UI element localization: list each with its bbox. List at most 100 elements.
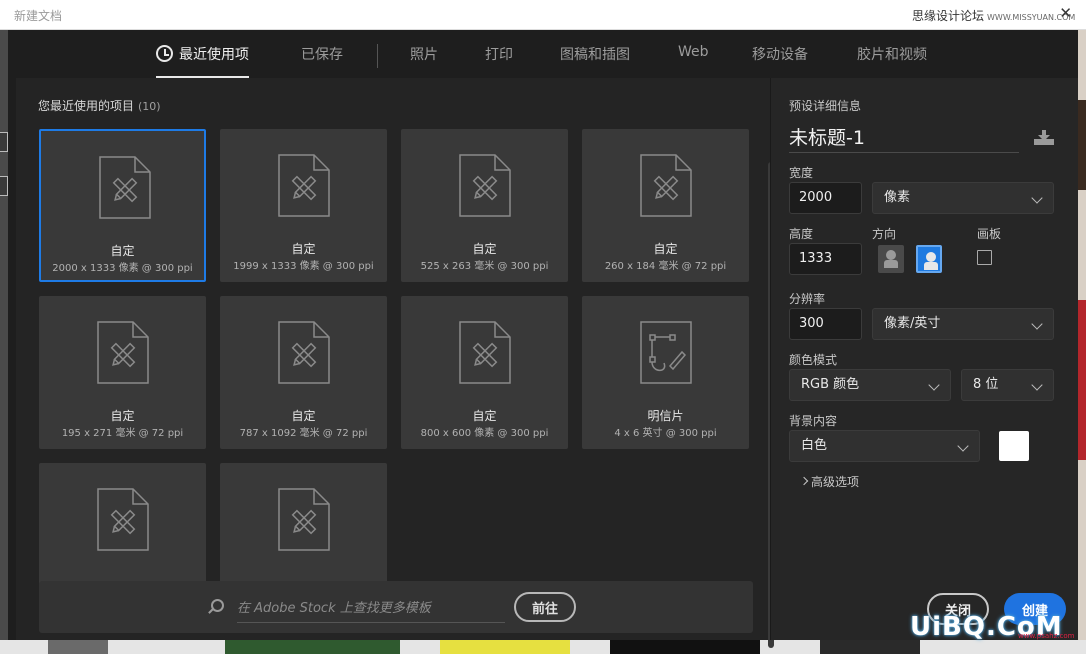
search-icon [211,599,224,612]
recent-item[interactable]: 自定 787 x 1092 毫米 @ 72 ppi [220,296,387,449]
document-ruler-pencil-icon [97,321,149,384]
document-ruler-pencil-icon [278,321,330,384]
recent-item-name: 明信片 [647,409,684,423]
recent-item-name: 自定 [653,242,678,256]
watermark-sub: www.psahz.com [1018,632,1075,640]
tab-film-video[interactable]: 胶片和视频 [857,44,927,78]
background-color-swatch[interactable] [999,431,1029,461]
recent-heading-text: 您最近使用的项目 [38,99,135,113]
height-label: 高度 [789,227,814,241]
recent-item-name: 自定 [472,242,497,256]
window-title: 新建文档 [14,9,63,23]
tab-art-illustration[interactable]: 图稿和插图 [560,44,630,78]
color-mode-label: 颜色模式 [789,353,838,367]
go-button[interactable]: 前往 [514,592,576,622]
recent-item-name: 自定 [291,409,316,423]
document-ruler-pencil-icon [640,154,692,217]
background-photo [1078,100,1086,190]
chevron-down-icon [1031,192,1043,204]
tab-print[interactable]: 打印 [485,44,513,78]
tab-web[interactable]: Web [678,44,709,78]
recent-item[interactable]: 自定 525 x 263 毫米 @ 300 ppi [401,129,568,282]
document-ruler-pencil-icon [459,154,511,217]
orientation-landscape-button[interactable] [916,245,942,273]
width-label: 宽度 [789,166,814,180]
height-input[interactable]: 1333 [789,243,862,275]
background-thumb [48,640,108,654]
document-name-input[interactable]: 未标题-1 [789,123,1019,153]
document-ruler-pencil-icon [278,488,330,551]
recent-item-name: 自定 [472,409,497,423]
portrait-icon [884,250,898,268]
landscape-icon [924,252,938,270]
recent-item-size: 787 x 1092 毫米 @ 72 ppi [239,428,368,439]
resolution-unit-value: 像素/英寸 [884,316,941,331]
recent-item[interactable]: 自定 2000 x 1333 像素 @ 300 ppi [39,129,206,282]
resolution-label: 分辨率 [789,292,826,306]
resolution-input[interactable]: 300 [789,308,862,340]
artboard-label: 画板 [977,227,1002,241]
recent-item[interactable]: 自定 800 x 600 像素 @ 300 ppi [401,296,568,449]
width-unit-select[interactable]: 像素 [872,182,1054,214]
tab-label: 最近使用项 [179,47,249,63]
tab-mobile[interactable]: 移动设备 [752,44,808,78]
background-panel-tab [0,132,8,152]
background-thumb [440,640,570,654]
chevron-down-icon [957,440,969,452]
advanced-options-toggle[interactable]: 高级选项 [811,473,859,490]
chevron-down-icon [1031,318,1043,330]
close-icon[interactable]: ✕ [1059,4,1072,22]
document-ruler-pencil-icon [278,154,330,217]
background-thumb [610,640,760,654]
background-panel-tab [0,176,8,196]
recent-item[interactable]: 自定 195 x 271 毫米 @ 72 ppi [39,296,206,449]
category-tabs: 最近使用项 已保存 照片 打印 图稿和插图 Web 移动设备 胶片和视频 [8,30,1078,78]
document-pen-path-icon [640,321,692,384]
background-photo [1078,300,1086,460]
recent-count: (10) [138,100,161,113]
recent-item[interactable]: 自定 260 x 184 毫米 @ 72 ppi [582,129,749,282]
document-ruler-pencil-icon [459,321,511,384]
color-mode-select[interactable]: RGB 颜色 [789,369,951,401]
site-watermark-header: 思缘设计论坛 WWW.MISSYUAN.COM [912,7,1075,24]
tab-divider [377,44,378,68]
recent-item-name: 自定 [110,409,135,423]
background-filmstrip [0,640,1086,654]
tab-saved[interactable]: 已保存 [301,44,343,78]
recent-item[interactable]: 自定 1999 x 1333 像素 @ 300 ppi [220,129,387,282]
recent-item-name: 自定 [291,242,316,256]
recent-heading: 您最近使用的项目 (10) [38,97,161,114]
chevron-down-icon [1031,379,1043,391]
recent-item-size: 260 x 184 毫米 @ 72 ppi [604,261,727,272]
title-bar: 新建文档 思缘设计论坛 WWW.MISSYUAN.COM ✕ [0,0,1086,30]
recent-item-size: 1999 x 1333 像素 @ 300 ppi [233,261,374,272]
background-thumb [820,640,920,654]
width-input[interactable]: 2000 [789,182,862,214]
stock-search-bar: 前往 [39,581,753,633]
stock-search-input[interactable] [237,595,505,623]
watermark-logo: UiBQ.CoM www.psahz.com [910,612,1074,642]
width-unit-value: 像素 [884,190,911,205]
chevron-right-icon [799,476,809,486]
recent-item-size: 195 x 271 毫米 @ 72 ppi [61,428,184,439]
site-name: 思缘设计论坛 [912,9,985,23]
background-app-left [0,30,8,654]
document-ruler-pencil-icon [99,156,151,219]
background-label: 背景内容 [789,414,838,428]
resolution-unit-select[interactable]: 像素/英寸 [872,308,1054,340]
preset-details-panel: 预设详细信息 未标题-1 宽度 2000 像素 高度 1333 方向 画板 分辨… [770,78,1078,640]
recent-item[interactable]: 明信片 4 x 6 英寸 @ 300 ppi [582,296,749,449]
background-thumb [225,640,400,654]
background-value: 白色 [801,438,828,453]
save-preset-icon[interactable] [1033,130,1055,146]
tab-photo[interactable]: 照片 [410,44,438,78]
chevron-down-icon [928,379,940,391]
preset-heading: 预设详细信息 [789,99,862,113]
clock-icon [156,45,173,62]
bit-depth-select[interactable]: 8 位 [961,369,1054,401]
background-select[interactable]: 白色 [789,430,980,462]
orientation-portrait-button[interactable] [878,245,904,273]
artboard-checkbox[interactable] [977,250,992,265]
tab-recent[interactable]: 最近使用项 [156,44,249,78]
color-mode-value: RGB 颜色 [801,377,860,392]
